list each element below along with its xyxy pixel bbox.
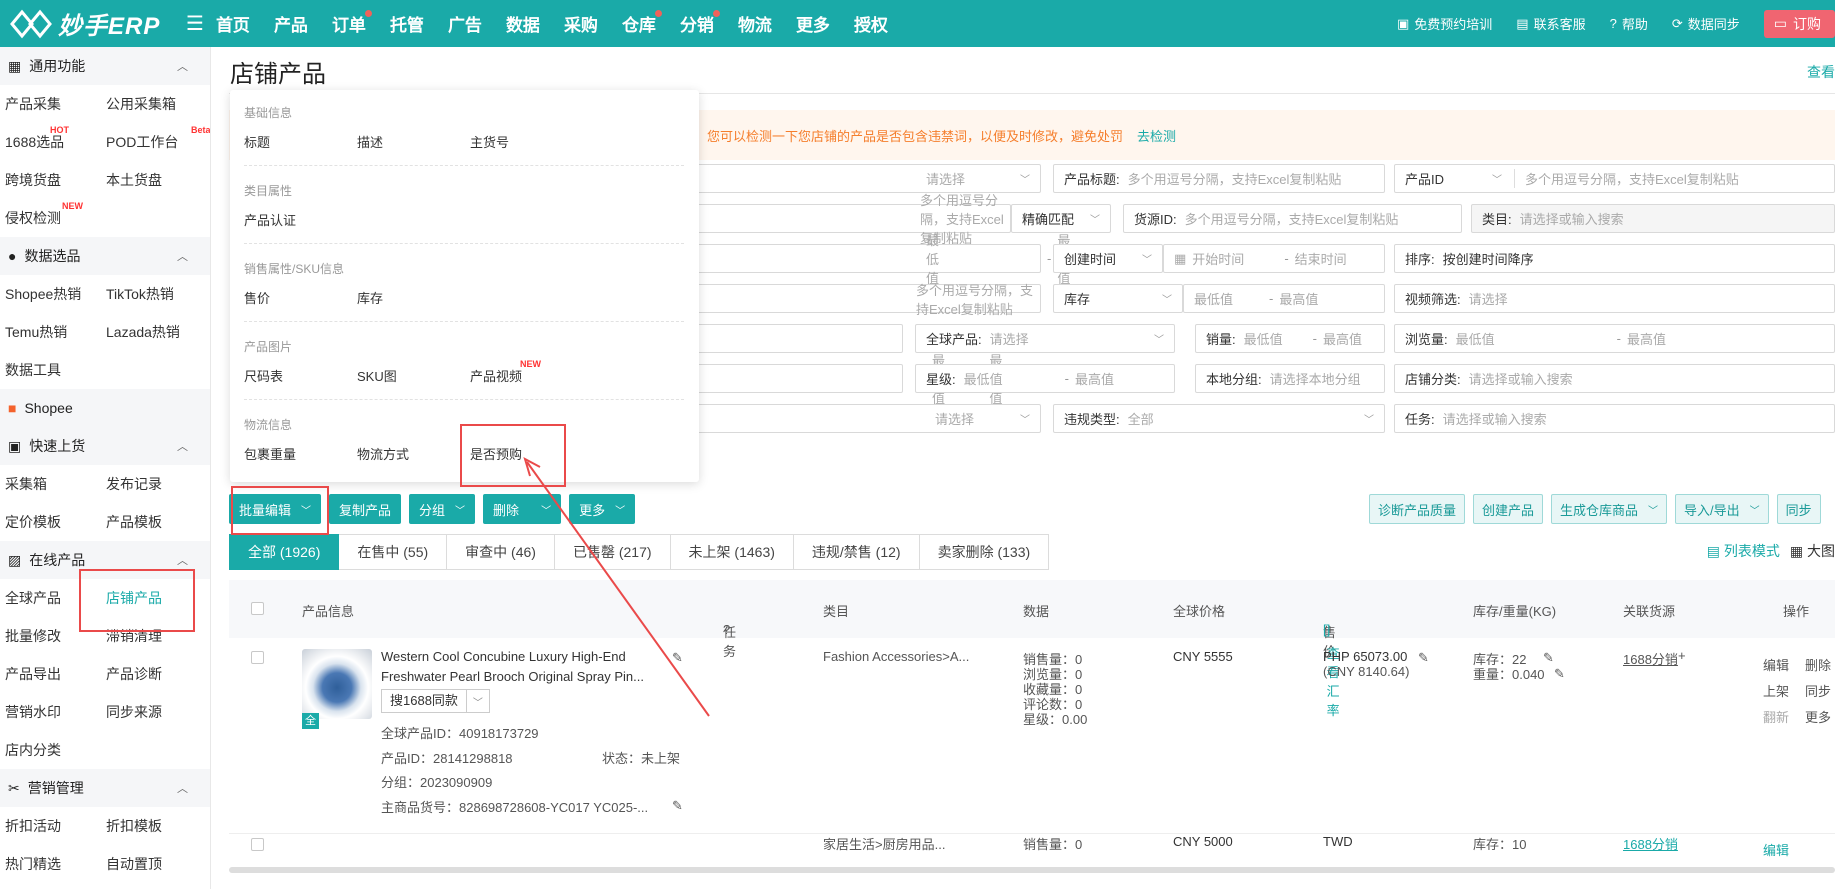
annotation-arrow — [523, 456, 710, 717]
